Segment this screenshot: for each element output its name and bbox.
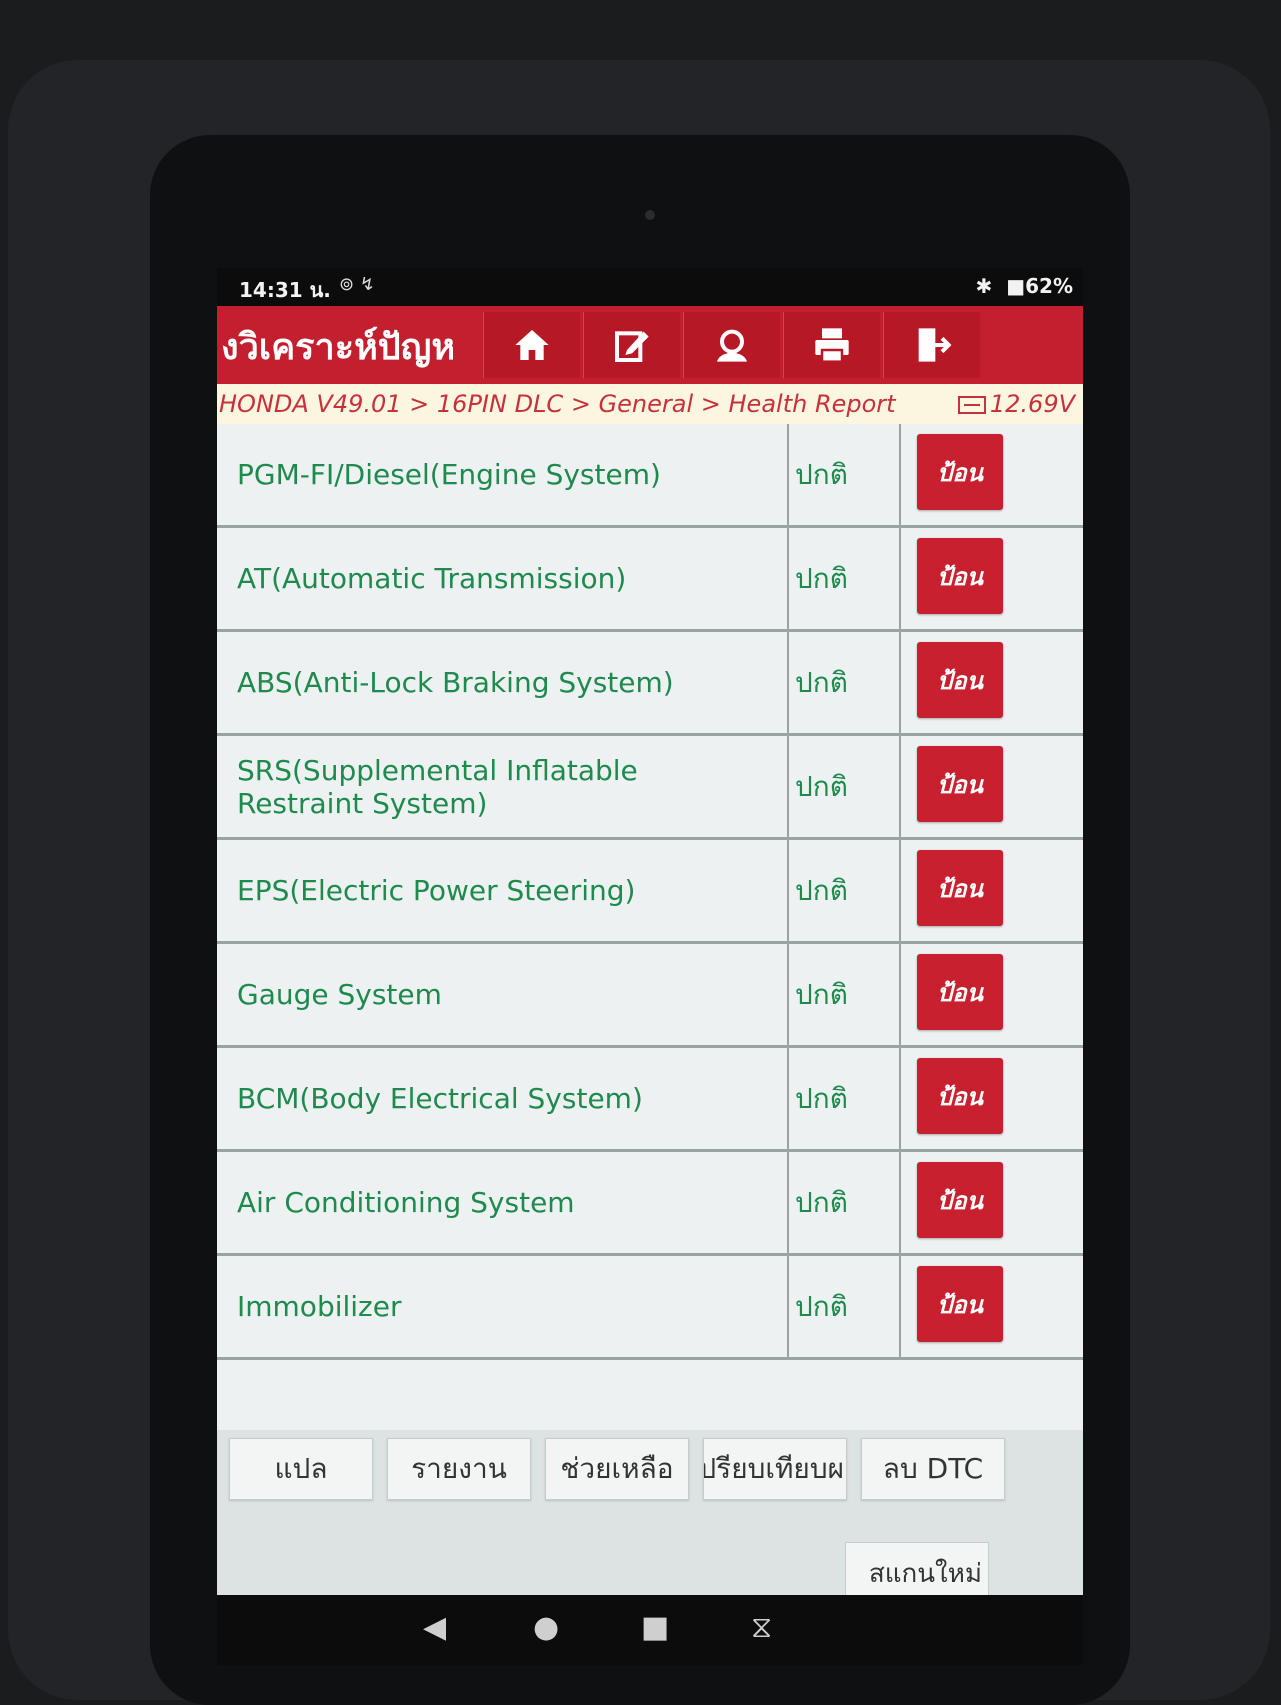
enter-system-button[interactable]: ป้อน xyxy=(917,538,1003,614)
status-bar: 14:31 น. ⊚ ↯ ✱ ■62% xyxy=(217,268,1083,306)
system-status: ปกติ xyxy=(789,840,901,941)
bottom-action-panel: แปล รายงาน ช่วยเหลือ เปรียบเทียบผล ลบ DT… xyxy=(217,1430,1083,1595)
system-row: ABS(Anti-Lock Braking System) ปกติ ป้อน xyxy=(217,632,1083,736)
edit-button[interactable] xyxy=(583,312,680,378)
system-name: Air Conditioning System xyxy=(217,1152,789,1253)
edit-icon xyxy=(615,331,649,362)
print-icon xyxy=(815,328,849,363)
system-name: EPS(Electric Power Steering) xyxy=(217,840,789,941)
enter-system-button[interactable]: ป้อน xyxy=(917,850,1003,926)
voltage-value: 12.69V xyxy=(989,390,1075,418)
exit-button[interactable] xyxy=(883,312,980,378)
support-icon xyxy=(717,329,747,362)
system-status: ปกติ xyxy=(789,424,901,525)
status-time: 14:31 น. xyxy=(239,278,331,302)
system-status: ปกติ xyxy=(789,944,901,1045)
android-nav-bar: ◀ ● ■ ⧖ xyxy=(217,1595,1083,1665)
title-bar: งวิเคราะห์ปัญห xyxy=(217,306,1083,384)
system-name: AT(Automatic Transmission) xyxy=(217,528,789,629)
screen: 14:31 น. ⊚ ↯ ✱ ■62% งวิเคราะห์ปัญห HONDA … xyxy=(217,268,1083,1595)
translate-button[interactable]: แปล xyxy=(229,1438,373,1500)
system-row: SRS(Supplemental Inflatable Restraint Sy… xyxy=(217,736,1083,840)
page-title: งวิเคราะห์ปัญห xyxy=(221,327,456,368)
compare-results-button[interactable]: เปรียบเทียบผล xyxy=(703,1438,847,1500)
battery-level: ■62% xyxy=(1006,274,1073,298)
back-icon[interactable]: ◀ xyxy=(423,1613,446,1643)
status-right: ✱ ■62% xyxy=(975,274,1073,298)
front-camera xyxy=(645,210,655,220)
battery-icon xyxy=(957,396,986,414)
system-status: ปกติ xyxy=(789,632,901,733)
system-status: ปกติ xyxy=(789,1048,901,1149)
system-row: Immobilizer ปกติ ป้อน xyxy=(217,1256,1083,1360)
home-button[interactable] xyxy=(483,312,580,378)
home-icon xyxy=(515,330,549,360)
system-row: Air Conditioning System ปกติ ป้อน xyxy=(217,1152,1083,1256)
voltage-readout: 12.69V xyxy=(957,390,1075,418)
enter-system-button[interactable]: ป้อน xyxy=(917,954,1003,1030)
exit-icon xyxy=(918,328,952,362)
print-button[interactable] xyxy=(783,312,880,378)
enter-system-button[interactable]: ป้อน xyxy=(917,746,1003,822)
report-button[interactable]: รายงาน xyxy=(387,1438,531,1500)
status-notification-icons: ⊚ ↯ xyxy=(339,274,375,295)
system-row: BCM(Body Electrical System) ปกติ ป้อน xyxy=(217,1048,1083,1152)
enter-system-button[interactable]: ป้อน xyxy=(917,434,1003,510)
system-name: SRS(Supplemental Inflatable Restraint Sy… xyxy=(217,736,789,837)
system-name: BCM(Body Electrical System) xyxy=(217,1048,789,1149)
enter-system-button[interactable]: ป้อน xyxy=(917,642,1003,718)
system-name: Gauge System xyxy=(217,944,789,1045)
system-list[interactable]: PGM-FI/Diesel(Engine System) ปกติ ป้อน A… xyxy=(217,424,1083,1430)
system-status: ปกติ xyxy=(789,528,901,629)
home-nav-icon[interactable]: ● xyxy=(533,1613,559,1643)
enter-system-button[interactable]: ป้อน xyxy=(917,1266,1003,1342)
breadcrumb-bar: HONDA V49.01 > 16PIN DLC > General > Hea… xyxy=(217,384,1083,425)
system-name: ABS(Anti-Lock Braking System) xyxy=(217,632,789,733)
help-button[interactable]: ช่วยเหลือ xyxy=(545,1438,689,1500)
system-status: ปกติ xyxy=(789,1152,901,1253)
rescan-button[interactable]: สแกนใหม่ xyxy=(845,1542,989,1595)
system-row: Gauge System ปกติ ป้อน xyxy=(217,944,1083,1048)
bluetooth-icon: ✱ xyxy=(975,274,993,298)
system-status: ปกติ xyxy=(789,736,901,837)
breadcrumb: HONDA V49.01 > 16PIN DLC > General > Hea… xyxy=(219,390,896,418)
enter-system-button[interactable]: ป้อน xyxy=(917,1162,1003,1238)
system-name: Immobilizer xyxy=(217,1256,789,1357)
recents-icon[interactable]: ■ xyxy=(641,1613,669,1643)
clear-dtc-button[interactable]: ลบ DTC xyxy=(861,1438,1005,1500)
system-row: EPS(Electric Power Steering) ปกติ ป้อน xyxy=(217,840,1083,944)
system-status: ปกติ xyxy=(789,1256,901,1357)
system-name: PGM-FI/Diesel(Engine System) xyxy=(217,424,789,525)
system-row: AT(Automatic Transmission) ปกติ ป้อน xyxy=(217,528,1083,632)
enter-system-button[interactable]: ป้อน xyxy=(917,1058,1003,1134)
system-row: PGM-FI/Diesel(Engine System) ปกติ ป้อน xyxy=(217,424,1083,528)
screenshot-icon[interactable]: ⧖ xyxy=(751,1613,772,1643)
support-button[interactable] xyxy=(683,312,780,378)
